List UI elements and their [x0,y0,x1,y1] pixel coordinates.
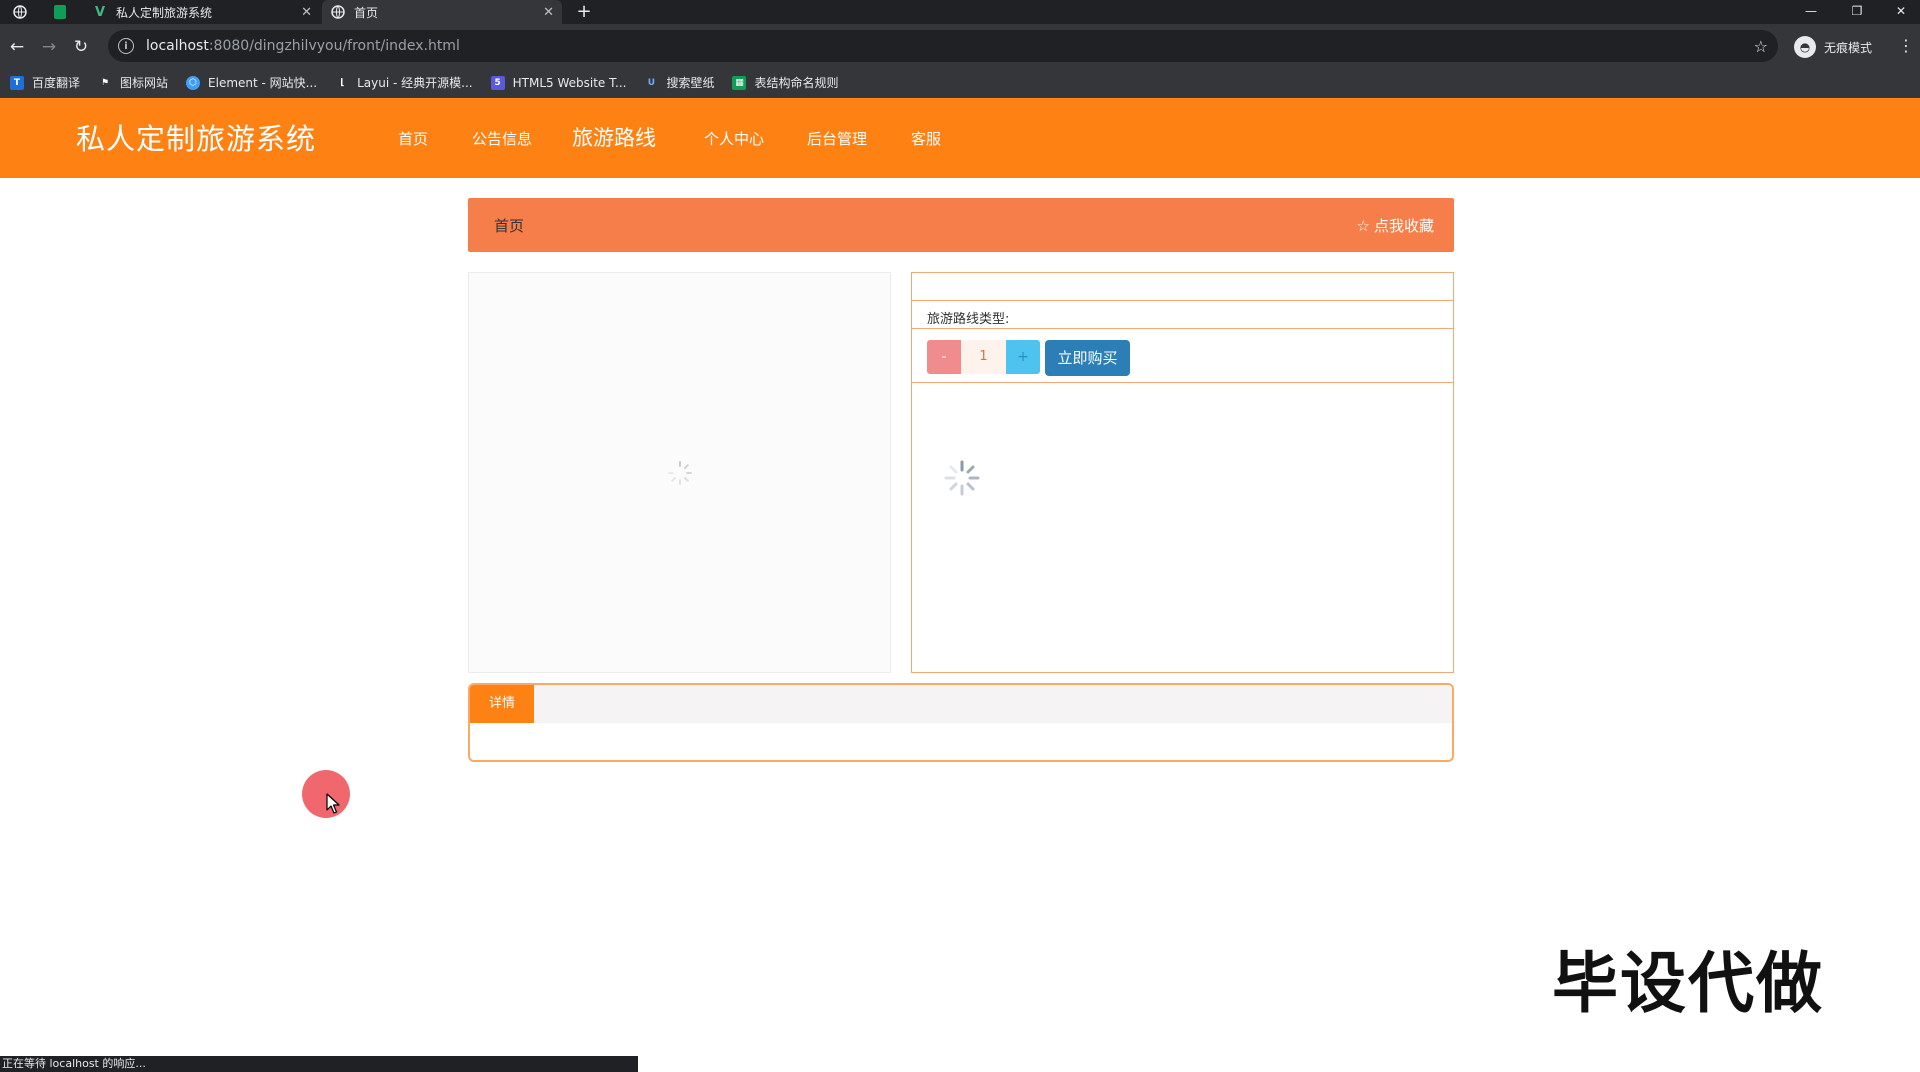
close-window-icon[interactable]: ✕ [1878,0,1920,24]
url-path: :8080/dingzhilvyou/front/index.html [208,38,460,54]
profile-label: 无痕模式 [1824,40,1873,55]
bookmark-item[interactable]: 5 HTML5 Website T... [490,75,627,90]
detail-panel: 详情 [468,683,1454,762]
tab-detail[interactable]: 详情 [470,685,534,723]
globe-icon[interactable] [10,2,30,22]
product-name-row [912,273,1453,301]
tab-title: 私人定制旅游系统 [116,5,213,20]
favorite-label: 点我收藏 [1373,217,1434,235]
breadcrumb: 首页 ☆ 点我收藏 [468,198,1454,252]
nav-travel-routes[interactable]: 旅游路线 [572,122,656,152]
element-icon: ⬡ [186,75,201,90]
route-type-label: 旅游路线类型: [927,312,1010,327]
vue-icon: V [94,4,106,20]
star-icon: ☆ [1356,216,1370,235]
incognito-icon: ◓ [1794,36,1816,58]
bookmark-label: 图标网站 [120,76,169,90]
address-bar-row: ← → ↻ i localhost :8080/dingzhilvyou/fro… [0,24,1920,68]
wallpaper-icon: U [647,77,656,88]
tab-site-title[interactable]: V 私人定制旅游系统 ✕ [84,0,320,24]
quantity-input[interactable]: 1 [961,340,1006,374]
sheet-icon: ▦ [732,75,747,90]
watermark-text: 毕设代做 [1552,945,1824,1022]
new-tab-button[interactable]: + [574,0,594,24]
flag-icon: ⚑ [100,77,110,88]
globe-icon [330,4,346,20]
url-input[interactable]: i localhost :8080/dingzhilvyou/front/ind… [108,30,1778,62]
browser-status-bar: 正在等待 localhost 的响应... [0,1056,638,1072]
restore-icon[interactable]: ❐ [1834,0,1880,24]
quantity-increase-button[interactable]: + [1006,340,1040,374]
bookmark-star-icon[interactable]: ☆ [1754,37,1768,56]
favorite-button[interactable]: ☆ 点我收藏 [1357,215,1434,236]
baidu-translate-icon: T [10,75,24,90]
loading-spinner-icon [668,461,692,485]
layui-icon: ⌊ [340,77,345,88]
nav-home[interactable]: 首页 [398,128,428,149]
nav-personal-center[interactable]: 个人中心 [704,128,764,149]
bookmark-label: HTML5 Website T... [512,75,627,90]
product-image-carousel[interactable] [468,272,891,673]
route-type-row: 旅游路线类型: [912,301,1453,329]
bookmark-label: 百度翻译 [32,76,81,90]
nav-announcements[interactable]: 公告信息 [472,128,532,149]
back-arrow-icon[interactable]: ← [6,36,28,58]
nav-admin[interactable]: 后台管理 [807,128,867,149]
mouse-cursor-icon [326,793,340,814]
bookmark-item[interactable]: U 搜索壁纸 [644,74,715,91]
site-header: 私人定制旅游系统 首页 公告信息 旅游路线 个人中心 后台管理 客服 [0,98,1920,178]
info-icon[interactable]: i [118,38,134,54]
browser-tab-bar: V 私人定制旅游系统 ✕ 首页 ✕ + — ❐ ✕ [0,0,1920,24]
purchase-row: - 1 + 立即购买 [912,329,1453,383]
bookmark-item[interactable]: ▦ 表结构命名规则 [732,74,838,91]
site-title[interactable]: 私人定制旅游系统 [76,116,316,158]
tab-title: 首页 [354,5,379,20]
buy-now-button[interactable]: 立即购买 [1045,340,1130,376]
bookmark-label: 搜索壁纸 [666,76,715,90]
close-icon[interactable]: ✕ [301,5,312,20]
reload-icon[interactable]: ↻ [70,36,92,58]
bookmark-item[interactable]: T 百度翻译 [10,74,80,91]
tab-home[interactable]: 首页 ✕ [322,0,562,24]
bookmarks-bar: T 百度翻译 ⚑ 图标网站 ⬡ Element - 网站快... ⌊ Layui… [0,68,1920,98]
detail-tab-bar: 详情 [470,685,1452,723]
url-host: localhost [146,38,209,54]
bookmark-label: Layui - 经典开源模... [357,76,473,90]
bookmark-item[interactable]: ⬡ Element - 网站快... [186,74,317,91]
bookmark-item[interactable]: ⚑ 图标网站 [98,74,168,91]
sheet-icon[interactable] [50,2,70,22]
product-info-panel: 旅游路线类型: - 1 + 立即购买 [911,272,1454,673]
quantity-decrease-button[interactable]: - [927,340,961,374]
incognito-profile[interactable]: ◓ 无痕模式 [1794,36,1872,58]
bookmark-item[interactable]: ⌊ Layui - 经典开源模... [335,74,473,91]
forward-arrow-icon[interactable]: → [38,36,60,58]
breadcrumb-current[interactable]: 首页 [494,215,524,236]
minimize-icon[interactable]: — [1788,0,1834,24]
nav-customer-service[interactable]: 客服 [911,128,941,149]
html5-icon: 5 [490,75,505,90]
bookmark-label: Element - 网站快... [208,76,318,90]
loading-spinner-icon [944,460,980,496]
more-menu-icon[interactable]: ⋮ [1898,36,1914,55]
bookmark-label: 表结构命名规则 [754,76,839,90]
close-icon[interactable]: ✕ [543,5,554,20]
